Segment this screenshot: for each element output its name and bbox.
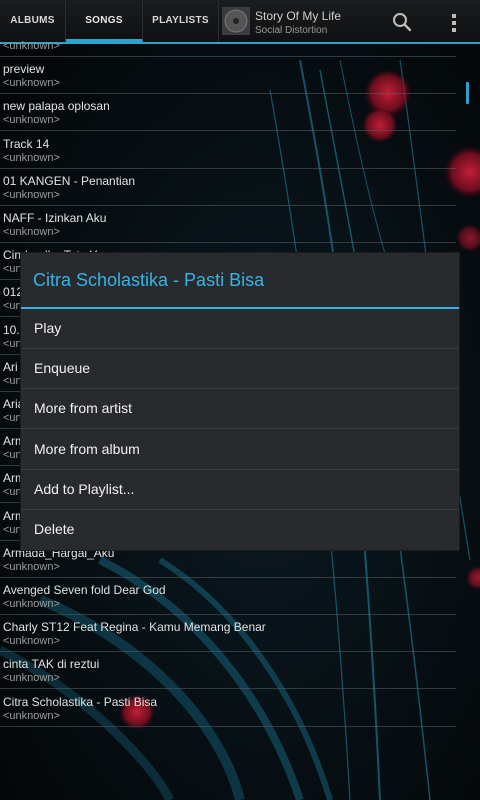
scrollbar[interactable] <box>456 44 480 800</box>
song-artist: <unknown> <box>3 226 60 238</box>
song-artist: <unknown> <box>3 40 60 52</box>
song-row[interactable]: preview <unknown> <box>0 57 456 95</box>
dialog-title: Citra Scholastika - Pasti Bisa <box>33 270 265 290</box>
menu-item-label: Play <box>34 320 62 336</box>
song-title: Citra Scholastika - Pasti Bisa <box>3 694 158 709</box>
song-title: NAFF - Izinkan Aku <box>3 211 107 225</box>
song-title: Charly ST12 Feat Regina - Kamu Memang Be… <box>3 620 266 635</box>
song-row[interactable]: <unknown> <box>0 20 456 57</box>
song-title: Track 14 <box>3 136 50 151</box>
song-title: Avenged Seven fold Dear God <box>3 583 166 597</box>
menu-item-more-from-album[interactable]: More from album <box>21 430 459 470</box>
menu-item-label: Delete <box>34 521 75 537</box>
song-artist: <unknown> <box>3 151 60 164</box>
song-artist: <unknown> <box>3 672 60 685</box>
song-artist: <unknown> <box>3 598 60 610</box>
song-title: Ari <box>3 359 18 374</box>
song-row[interactable]: cinta TAK di reztui <unknown> <box>0 652 456 690</box>
song-title: 10. <box>3 322 20 337</box>
song-title: cinta TAK di reztui <box>3 657 100 672</box>
song-artist: <unknown> <box>3 114 60 127</box>
context-menu-dialog: Citra Scholastika - Pasti Bisa Play Enqu… <box>21 253 459 550</box>
song-artist: <unknown> <box>3 635 60 648</box>
scrollbar-thumb[interactable] <box>466 82 469 104</box>
song-row[interactable]: Track 14 <unknown> <box>0 132 456 169</box>
song-row[interactable]: NAFF - Izinkan Aku <unknown> <box>0 206 456 243</box>
song-row[interactable]: new palapa oplosan <unknown> <box>0 94 456 132</box>
menu-item-more-from-artist[interactable]: More from artist <box>21 389 459 429</box>
song-artist: <unknown> <box>3 709 60 722</box>
menu-item-delete[interactable]: Delete <box>21 510 459 550</box>
song-row[interactable]: Avenged Seven fold Dear God <unknown> <box>0 578 456 615</box>
song-title: new palapa oplosan <box>3 99 110 114</box>
menu-item-label: Enqueue <box>34 360 91 376</box>
song-title: 01 KANGEN - Penantian <box>3 173 136 188</box>
song-row[interactable]: Citra Scholastika - Pasti Bisa <unknown> <box>0 690 456 727</box>
menu-item-add-to-playlist[interactable]: Add to Playlist... <box>21 470 459 510</box>
menu-item-play[interactable]: Play <box>21 309 459 349</box>
song-title: preview <box>3 62 45 77</box>
menu-item-label: Add to Playlist... <box>34 481 135 497</box>
song-row[interactable]: Charly ST12 Feat Regina - Kamu Memang Be… <box>0 615 456 653</box>
menu-item-label: More from album <box>34 441 140 457</box>
song-row[interactable]: 01 KANGEN - Penantian <unknown> <box>0 169 456 206</box>
menu-item-label: More from artist <box>34 400 133 416</box>
song-artist: <unknown> <box>3 188 60 201</box>
song-artist: <unknown> <box>3 77 60 90</box>
menu-item-enqueue[interactable]: Enqueue <box>21 349 459 389</box>
song-artist: <unknown> <box>3 560 60 573</box>
